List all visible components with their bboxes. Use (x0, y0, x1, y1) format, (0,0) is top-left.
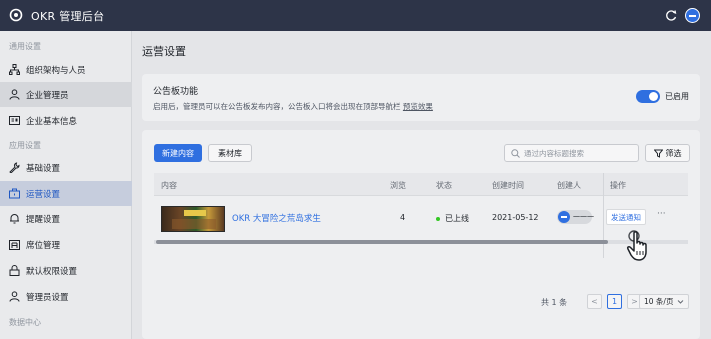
user-icon (9, 291, 20, 302)
sidebar-item-org[interactable]: 组织架构与人员 (0, 57, 132, 82)
briefcase-icon (9, 188, 20, 199)
hand-cursor-icon (627, 230, 647, 261)
page-size-value: 10 条/页 (644, 297, 674, 306)
more-actions-button[interactable]: ··· (657, 209, 666, 219)
column-header-content: 内容 (161, 181, 177, 190)
page-title: 运营设置 (142, 45, 186, 58)
prev-page-button[interactable]: < (587, 294, 602, 309)
column-header-views: 浏览 (390, 181, 406, 190)
page-number-current[interactable]: 1 (607, 294, 622, 309)
wrench-icon (9, 162, 20, 173)
refresh-icon[interactable] (665, 9, 678, 22)
info-card-icon (9, 116, 20, 125)
material-library-button[interactable]: 素材库 (208, 144, 252, 162)
user-icon (9, 89, 20, 100)
sidebar-item-label: 默认权限设置 (26, 266, 78, 277)
sidebar-item-label: 运营设置 (26, 189, 61, 200)
sidebar-item-label: 组织架构与人员 (26, 65, 86, 76)
notice-board-card: 公告板功能 启用后，管理员可以在公告板发布内容，公告板入口将会出现在顶部导航栏 … (142, 74, 700, 121)
sidebar-item-seats[interactable]: 席位管理 (0, 232, 132, 257)
sidebar-item-company-info[interactable]: 企业基本信息 (0, 108, 132, 133)
send-notification-button[interactable]: 发送通知 (606, 209, 646, 225)
content-thumbnail (161, 206, 225, 232)
column-header-created: 创建时间 (492, 181, 524, 190)
search-icon (511, 149, 520, 158)
horizontal-scrollbar[interactable] (154, 240, 688, 244)
sidebar-item-label: 提醒设置 (26, 214, 61, 225)
table-row: OKR 大冒险之荒岛求生 4 已上线 2021-05-12 一一一 发送通知 ·… (154, 196, 688, 240)
sidebar: 通用设置 组织架构与人员 企业管理员 企业基本信息 应用设置 基础设置 运营设置… (0, 31, 132, 339)
filter-button[interactable]: 筛选 (645, 144, 690, 162)
sidebar-item-label: 管理员设置 (26, 292, 69, 303)
new-content-button[interactable]: 新建内容 (154, 144, 202, 162)
notice-desc-text: 启用后，管理员可以在公告板发布内容，公告板入口将会出现在顶部导航栏 (153, 102, 401, 111)
sidebar-item-label: 基础设置 (26, 163, 61, 174)
sidebar-item-label: 企业管理员 (26, 90, 69, 101)
chevron-down-icon (677, 300, 684, 304)
content-card: 新建内容 素材库 筛选 内容 浏览 状态 创建时间 创建人 操作 OKR 大冒险… (142, 130, 700, 339)
status-text: 已上线 (445, 214, 469, 223)
logo-icon (9, 8, 23, 22)
page-size-select[interactable]: 10 条/页 (639, 294, 689, 309)
sidebar-group-data: 数据中心 (9, 318, 41, 327)
sidebar-item-permissions[interactable]: 默认权限设置 (0, 258, 132, 283)
created-cell: 2021-05-12 (492, 213, 539, 222)
filter-icon (653, 149, 663, 158)
seat-icon (9, 240, 20, 250)
app-title: OKR 管理后台 (31, 10, 105, 23)
status-dot (436, 216, 440, 221)
notice-toggle[interactable] (636, 90, 660, 103)
sidebar-item-label: 企业基本信息 (26, 116, 78, 127)
sidebar-item-admins[interactable]: 企业管理员 (0, 82, 132, 107)
sidebar-item-basic[interactable]: 基础设置 (0, 155, 132, 180)
preview-link[interactable]: 预览效果 (403, 102, 433, 111)
sidebar-group-app: 应用设置 (9, 141, 41, 150)
sidebar-item-admin-settings[interactable]: 管理员设置 (0, 284, 132, 309)
sidebar-item-reminders[interactable]: 提醒设置 (0, 206, 132, 231)
search-input[interactable] (524, 146, 634, 160)
column-header-actions: 操作 (610, 181, 626, 190)
scrollbar-thumb[interactable] (156, 240, 608, 244)
avatar (558, 211, 570, 223)
lock-icon (9, 265, 20, 276)
creator-chip: 一一一 (557, 210, 594, 224)
creator-name: 一一一 (573, 213, 594, 221)
bell-icon (10, 214, 19, 224)
org-icon (9, 64, 20, 75)
search-box (504, 144, 639, 162)
sidebar-item-label: 席位管理 (26, 240, 61, 251)
column-header-status: 状态 (436, 181, 452, 190)
status-cell: 已上线 (436, 213, 469, 224)
notice-description: 启用后，管理员可以在公告板发布内容，公告板入口将会出现在顶部导航栏 预览效果 (153, 101, 433, 112)
top-bar: OKR 管理后台 (0, 0, 711, 31)
column-header-creator: 创建人 (557, 181, 581, 190)
main-content: 运营设置 公告板功能 启用后，管理员可以在公告板发布内容，公告板入口将会出现在顶… (132, 31, 711, 339)
views-cell: 4 (400, 213, 406, 222)
user-avatar[interactable] (685, 8, 700, 23)
pagination-total: 共 1 条 (541, 298, 568, 307)
sidebar-group-general: 通用设置 (9, 42, 41, 51)
filter-label: 筛选 (665, 148, 682, 158)
sidebar-item-operations[interactable]: 运营设置 (0, 181, 132, 206)
notice-title: 公告板功能 (153, 87, 199, 97)
table-header: 内容 浏览 状态 创建时间 创建人 操作 (154, 173, 688, 258)
toggle-label: 已启用 (665, 92, 689, 101)
content-title-link[interactable]: OKR 大冒险之荒岛求生 (232, 212, 321, 224)
